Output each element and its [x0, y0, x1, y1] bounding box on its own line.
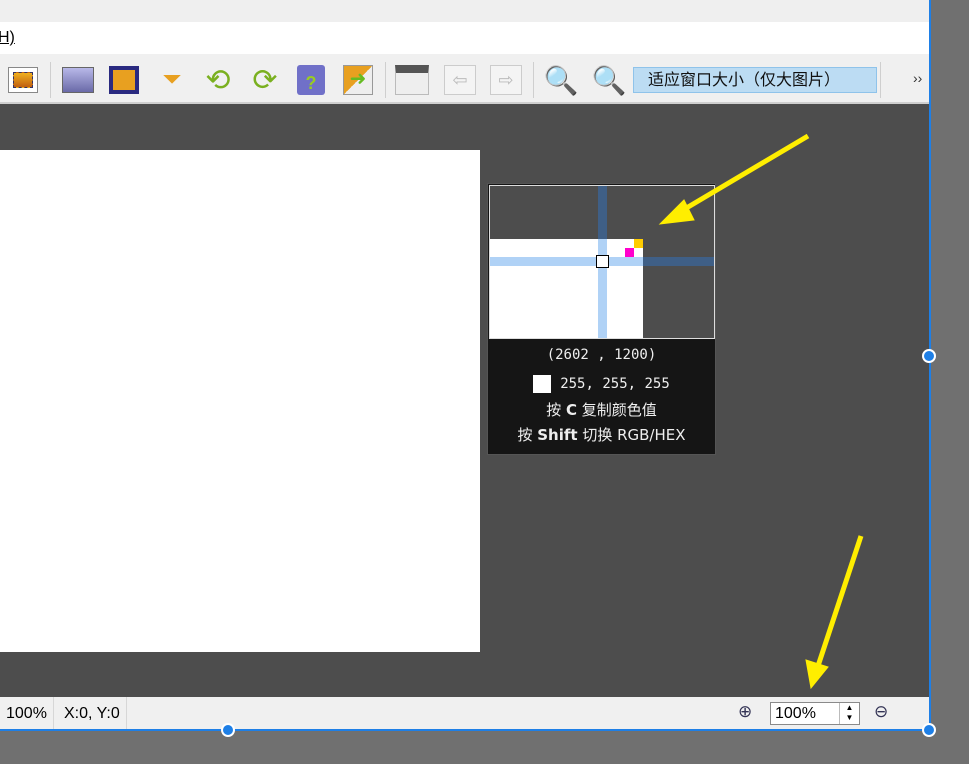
- arrow-icon: [658, 133, 864, 690]
- annotation-arrows: [658, 133, 864, 690]
